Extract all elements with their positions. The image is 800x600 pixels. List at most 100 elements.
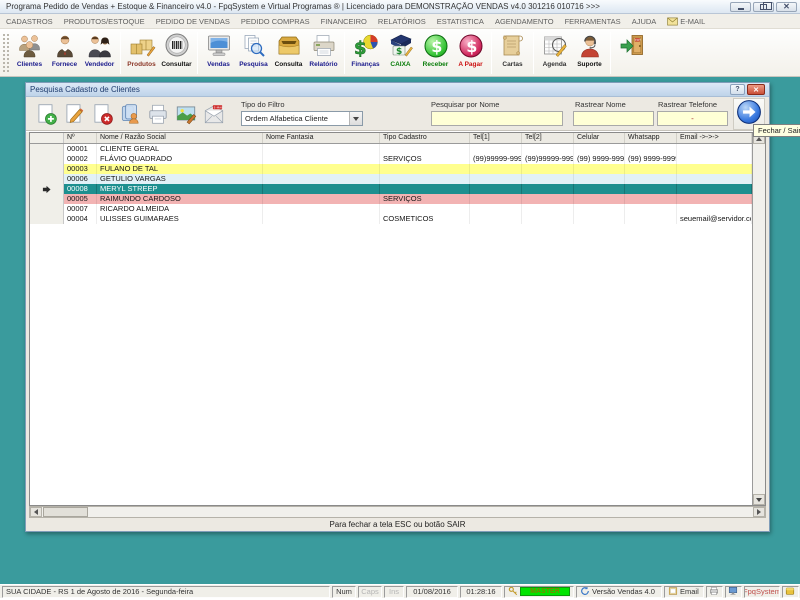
table-row-00002[interactable]: 00002FLÁVIO QUADRADOSERVIÇOS(99)99999-99… — [30, 154, 752, 164]
toolbar-button-receber[interactable]: $Receber — [418, 31, 453, 68]
menu-item-financeiro[interactable]: FINANCEIRO — [321, 17, 367, 26]
toolbar-button-consulta[interactable]: Consulta — [271, 31, 306, 68]
cell-email — [677, 184, 752, 194]
scroll-right-icon[interactable] — [753, 507, 765, 517]
cell-n: 00008 — [64, 184, 97, 194]
toolbar-button-cartas[interactable]: Cartas — [495, 31, 530, 68]
cell-nome-raz-o-social: FULANO DE TAL — [97, 164, 263, 174]
edit-record-button[interactable] — [60, 99, 87, 128]
table-row-00003[interactable]: 00003FULANO DE TAL — [30, 164, 752, 174]
toolbar-button-vendas[interactable]: Vendas — [201, 31, 236, 68]
close-hint-text: Para fechar a tela ESC ou botão SAIR — [26, 520, 769, 529]
close-button[interactable]: ✕ — [776, 2, 797, 12]
toolbar-button-caixa[interactable]: $CAIXA — [383, 31, 418, 68]
column-header-nome-fantasia[interactable]: Nome Fantasia — [263, 133, 380, 143]
toolbar-button-exit-door[interactable]: EXIT — [614, 31, 649, 61]
menu-item-agendamento[interactable]: AGENDAMENTO — [495, 17, 554, 26]
toolbar-button-a-pagar[interactable]: $A Pagar — [453, 31, 488, 68]
status-master: MASTER — [504, 586, 574, 598]
mail-book-icon — [668, 586, 680, 598]
menu-item-label: PRODUTOS/ESTOQUE — [64, 17, 145, 26]
panel-title-bar[interactable]: Pesquisa Cadastro de Clientes ? ✕ — [26, 83, 769, 97]
cell-email — [677, 144, 752, 154]
cell-nome-fantasia — [263, 144, 380, 154]
cell-celular — [574, 164, 625, 174]
toolbar-button-label: Fornece — [52, 61, 77, 68]
status-monitor-button[interactable] — [725, 586, 742, 598]
toolbar-button-label: Pesquisa — [239, 61, 268, 68]
cell-n: 00005 — [64, 194, 97, 204]
panel-close-button[interactable]: ✕ — [747, 84, 765, 95]
menu-item-relat-rios[interactable]: RELATÓRIOS — [378, 17, 426, 26]
seller-icon — [86, 32, 114, 60]
menu-item-pedido-de-vendas[interactable]: PEDIDO DE VENDAS — [156, 17, 230, 26]
table-row-00008[interactable]: 00008MERYL STREEP — [30, 184, 752, 194]
cell-tipo-cadastro — [380, 144, 470, 154]
print-record-button[interactable] — [144, 99, 171, 128]
toolbar-button-relat-rio[interactable]: Relatório — [306, 31, 341, 68]
email-icon — [667, 17, 678, 26]
menu-item-cadastros[interactable]: CADASTROS — [6, 17, 53, 26]
clients-table: NºNome / Razão SocialNome FantasiaTipo C… — [29, 132, 766, 506]
mail-record-button[interactable]: E-MAIL — [200, 99, 227, 128]
table-row-00001[interactable]: 00001CLIENTE GERAL — [30, 144, 752, 154]
table-row-00006[interactable]: 00006GETULIO VARGAS — [30, 174, 752, 184]
menu-item-produtos-estoque[interactable]: PRODUTOS/ESTOQUE — [64, 17, 145, 26]
status-fpqsystem: FpqSystem — [744, 586, 780, 598]
status-email-button[interactable]: Email — [664, 586, 704, 598]
table-row-00004[interactable]: 00004ULISSES GUIMARAESCOSMETICOSseuemail… — [30, 214, 752, 224]
photo-record-button[interactable] — [172, 99, 199, 128]
scrollbar-thumb[interactable] — [43, 507, 88, 517]
menu-item-ferramentas[interactable]: FERRAMENTAS — [565, 17, 621, 26]
print-icon — [146, 102, 170, 126]
menu-item-e-mail[interactable]: E-MAIL — [667, 17, 705, 26]
add-record-button[interactable] — [32, 99, 59, 128]
table-row-00007[interactable]: 00007RICARDO ALMEIDA — [30, 204, 752, 214]
cell-nome-fantasia — [263, 194, 380, 204]
toolbar-button-suporte[interactable]: Suporte — [572, 31, 607, 68]
rastrear-nome-input[interactable] — [573, 111, 654, 126]
scroll-down-icon[interactable] — [753, 494, 765, 505]
minimize-button[interactable] — [730, 2, 751, 12]
restore-button[interactable] — [753, 2, 774, 12]
record-action-buttons: E-MAIL — [32, 99, 227, 128]
menu-item-pedido-compras[interactable]: PEDIDO COMPRAS — [241, 17, 310, 26]
table-row-00005[interactable]: 00005RAIMUNDO CARDOSOSERVIÇOS — [30, 194, 752, 204]
cell-n: 00002 — [64, 154, 97, 164]
status-gold-button[interactable] — [782, 586, 799, 598]
menu-item-estatistica[interactable]: ESTATISTICA — [437, 17, 484, 26]
chevron-down-icon[interactable] — [349, 112, 362, 125]
contacts-record-button[interactable] — [116, 99, 143, 128]
column-header-whatsapp[interactable]: Whatsapp — [625, 133, 677, 143]
status-printer-button[interactable] — [706, 586, 723, 598]
horizontal-scrollbar[interactable] — [29, 506, 766, 518]
toolbar-button-agenda[interactable]: Agenda — [537, 31, 572, 68]
column-header-celular[interactable]: Celular — [574, 133, 625, 143]
column-header-n[interactable]: Nº — [64, 133, 97, 143]
delete-record-button[interactable] — [88, 99, 115, 128]
pesquisar-nome-input[interactable] — [431, 111, 563, 126]
filter-type-dropdown[interactable]: Ordem Alfabetica Cliente — [241, 111, 363, 126]
monitor-icon — [728, 586, 740, 598]
column-header-tel-1[interactable]: Tel[1] — [470, 133, 522, 143]
vertical-scrollbar[interactable] — [752, 133, 765, 505]
toolbar-button-vendedor[interactable]: Vendedor — [82, 31, 117, 68]
column-header-tipo-cadastro[interactable]: Tipo Cadastro — [380, 133, 470, 143]
toolbar-button-finan-as[interactable]: $Finanças — [348, 31, 383, 68]
rastrear-telefone-input[interactable]: - — [657, 111, 728, 126]
panel-help-button[interactable]: ? — [730, 84, 745, 95]
toolbar-button-pesquisa[interactable]: Pesquisa — [236, 31, 271, 68]
menu-item-ajuda[interactable]: AJUDA — [632, 17, 657, 26]
toolbar-button-consultar[interactable]: Consultar — [159, 31, 194, 68]
row-pointer-icon — [42, 185, 51, 194]
scroll-left-icon[interactable] — [30, 507, 42, 517]
toolbar-button-clientes[interactable]: Clientes — [12, 31, 47, 68]
cell-tel-2 — [522, 164, 574, 174]
column-header-email[interactable]: Email ->->-> — [677, 133, 752, 143]
column-header-tel-2[interactable]: Tel[2] — [522, 133, 574, 143]
cell-tel-1 — [470, 214, 522, 224]
toolbar-button-produtos[interactable]: Produtos — [124, 31, 159, 68]
toolbar-button-fornece[interactable]: Fornece — [47, 31, 82, 68]
cell-tipo-cadastro — [380, 184, 470, 194]
column-header-nome-raz-o-social[interactable]: Nome / Razão Social — [97, 133, 263, 143]
